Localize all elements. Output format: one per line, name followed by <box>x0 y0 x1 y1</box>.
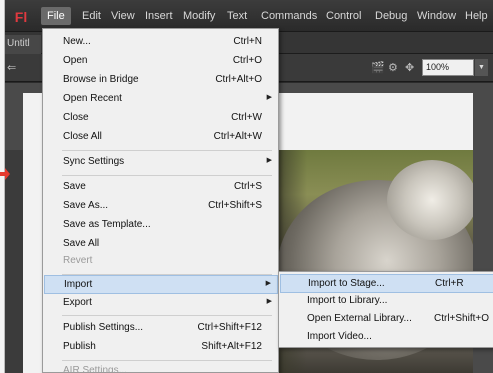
edit-symbol-icon[interactable]: ⚙ <box>388 61 398 74</box>
menu-control[interactable]: Control <box>326 10 361 22</box>
menu-item-publish-settings[interactable]: Publish Settings... Ctrl+Shift+F12 <box>44 319 278 338</box>
submenu-item-import-to-library[interactable]: Import to Library... <box>280 292 493 311</box>
menu-item-new[interactable]: New... Ctrl+N <box>44 33 278 52</box>
submenu-item-open-external-library[interactable]: Open External Library... Ctrl+Shift+O <box>280 310 493 329</box>
submenu-item-import-video[interactable]: Import Video... <box>280 328 493 347</box>
submenu-arrow-icon: ▶ <box>266 94 272 101</box>
menu-item-close-all[interactable]: Close All Ctrl+Alt+W <box>44 128 278 147</box>
import-submenu: Import to Stage... Ctrl+R Import to Libr… <box>278 271 493 348</box>
zoom-input[interactable]: 100% <box>422 59 474 76</box>
menu-view[interactable]: View <box>111 10 135 22</box>
menu-separator <box>62 175 272 176</box>
menu-separator <box>62 150 272 151</box>
submenu-arrow-icon: ▶ <box>266 298 272 305</box>
menu-commands[interactable]: Commands <box>261 10 317 22</box>
menu-edit[interactable]: Edit <box>82 10 101 22</box>
flash-window: Fl File Edit View Insert Modify Text Com… <box>4 0 493 373</box>
submenu-arrow-icon: ▶ <box>265 280 271 287</box>
edit-scene-icon[interactable]: 🎬 <box>371 61 385 74</box>
menu-insert[interactable]: Insert <box>145 10 173 22</box>
menu-item-sync-settings[interactable]: Sync Settings ▶ <box>44 153 278 172</box>
document-tab[interactable]: Untitl <box>5 35 41 54</box>
menu-item-air-settings[interactable]: AIR Settings... <box>44 362 278 373</box>
menu-item-revert: Revert <box>63 255 93 266</box>
menu-item-import[interactable]: Import ▶ <box>44 275 278 294</box>
file-menu: New... Ctrl+N Open Ctrl+O Browse in Brid… <box>42 28 279 373</box>
submenu-arrow-icon: ▶ <box>266 157 272 164</box>
pointer-arrow-icon <box>0 168 10 180</box>
back-arrow-icon[interactable]: ⇐ <box>7 61 16 74</box>
menu-help[interactable]: Help <box>465 10 488 22</box>
menu-item-publish[interactable]: Publish Shift+Alt+F12 <box>44 338 278 357</box>
pasteboard-edge <box>5 150 23 373</box>
menu-debug[interactable]: Debug <box>375 10 407 22</box>
submenu-item-import-to-stage[interactable]: Import to Stage... Ctrl+R <box>280 274 493 293</box>
menu-item-open[interactable]: Open Ctrl+O <box>44 52 278 71</box>
flash-logo-icon: Fl <box>14 9 28 25</box>
menu-modify[interactable]: Modify <box>183 10 215 22</box>
menu-item-save-as-template[interactable]: Save as Template... <box>44 216 278 235</box>
menu-item-export[interactable]: Export ▶ <box>44 294 278 313</box>
menu-file[interactable]: File <box>41 7 71 25</box>
center-stage-icon[interactable]: ✥ <box>405 61 414 74</box>
menu-item-save[interactable]: Save Ctrl+S <box>44 178 278 197</box>
menu-item-browse-in-bridge[interactable]: Browse in Bridge Ctrl+Alt+O <box>44 71 278 90</box>
menu-separator <box>62 315 272 316</box>
menu-item-save-as[interactable]: Save As... Ctrl+Shift+S <box>44 197 278 216</box>
menu-window[interactable]: Window <box>417 10 456 22</box>
menu-separator <box>62 360 272 361</box>
chevron-down-icon[interactable]: ▼ <box>475 59 488 76</box>
menu-item-close[interactable]: Close Ctrl+W <box>44 109 278 128</box>
menu-text[interactable]: Text <box>227 10 247 22</box>
menu-item-open-recent[interactable]: Open Recent ▶ <box>44 90 278 109</box>
